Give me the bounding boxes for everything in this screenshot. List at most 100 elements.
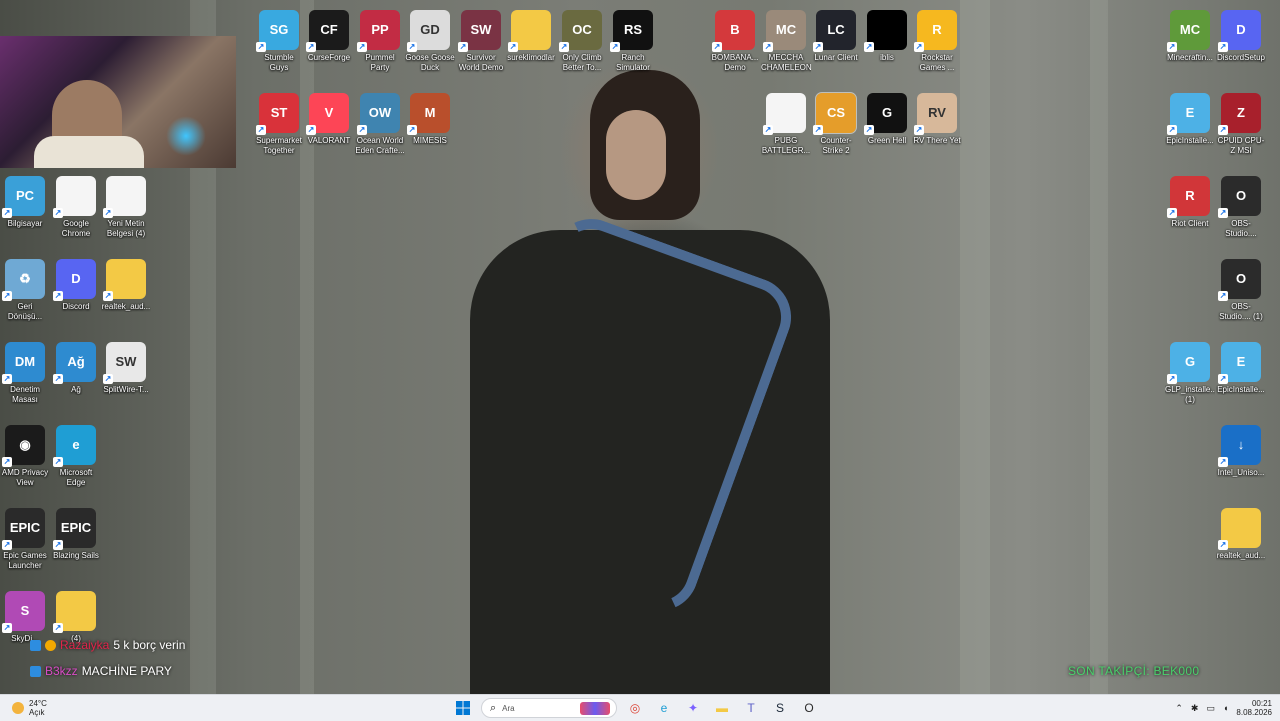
desktop-icon-pubg[interactable]: ↗ PUBG BATTLEGR... — [761, 93, 811, 156]
curseforge-icon: CF ↗ — [306, 10, 349, 52]
desktop-icon-iblis[interactable]: ↗ iblis — [862, 10, 912, 63]
desktop-icon-geri-donusum[interactable]: ♻ ↗ Geri Dönüşü... — [0, 259, 50, 322]
chat-text: MACHİNE PARY — [81, 664, 172, 678]
bluetooth-icon[interactable]: ✱ — [1191, 703, 1199, 714]
desktop-icon-label: iblis — [880, 53, 894, 62]
desktop-icon-sureklimodlar[interactable]: ↗ sureklimodlar — [506, 10, 556, 63]
desktop-icon-amd-privacy-view[interactable]: ◉ ↗ AMD Privacy View — [0, 425, 50, 488]
desktop-icon-mimesis[interactable]: M ↗ MIMESIS — [405, 93, 455, 146]
desktop-icon-label: Bilgisayar — [7, 219, 43, 228]
shortcut-arrow-icon: ↗ — [914, 42, 924, 52]
desktop-icon-bombana-demo[interactable]: B ↗ BOMBANA... Demo — [710, 10, 760, 73]
shortcut-arrow-icon: ↗ — [2, 208, 12, 218]
desktop-icon-bilgisayar[interactable]: PC ↗ Bilgisayar — [0, 176, 50, 229]
desktop-icon-obs-studio-1[interactable]: O ↗ OBS-Studio.... — [1216, 176, 1266, 239]
desktop-icon-label: Blazing Sails — [53, 551, 99, 560]
desktop-icon-ranch-simulator[interactable]: RS ↗ Ranch Simulator — [608, 10, 658, 73]
only-climb-icon: OC ↗ — [559, 10, 602, 52]
desktop-icon-cpuid-cpu-z[interactable]: Z ↗ CPUID CPU-Z MSI — [1216, 93, 1266, 156]
desktop-icon-yeni-metin-belgesi[interactable]: ↗ Yeni Metin Belgesi (4) — [101, 176, 151, 239]
shortcut-arrow-icon: ↗ — [1167, 42, 1177, 52]
edge-taskbar-icon[interactable]: e — [653, 698, 675, 718]
ag-icon: Ağ ↗ — [53, 342, 96, 384]
desktop-icon-riot-client[interactable]: R ↗ Riot Client — [1165, 176, 1215, 229]
desktop-icon-label: RV There Yet — [913, 136, 961, 145]
pummel-party-icon: PP ↗ — [357, 10, 400, 52]
desktop-icon-realtek-audio-2[interactable]: ↗ realtek_aud... — [1216, 508, 1266, 561]
desktop-icon-label: Stumble Guys — [264, 53, 294, 72]
speaker-icon[interactable]: ◖ — [1223, 703, 1228, 713]
desktop-icon-counter-strike[interactable]: CS ↗ Counter-Strike 2 — [811, 92, 861, 156]
stumble-guys-icon: SG ↗ — [256, 10, 299, 52]
chat-username: B3kzz — [45, 664, 78, 678]
shortcut-arrow-icon: ↗ — [1218, 540, 1228, 550]
desktop-icon-realtek-audio-1[interactable]: ↗ realtek_aud... — [101, 259, 151, 312]
folder-4-icon: ↗ — [53, 591, 96, 633]
obs-studio-1-icon: O ↗ — [1218, 176, 1261, 218]
teams-taskbar-icon[interactable]: T — [740, 698, 762, 718]
desktop-icon-label: MIMESIS — [413, 136, 447, 145]
desktop-icon-ag[interactable]: Ağ ↗ Ağ — [51, 342, 101, 395]
desktop-icon-discord-setup[interactable]: D ↗ DiscordSetup — [1216, 10, 1266, 63]
shortcut-arrow-icon: ↗ — [458, 42, 468, 52]
desktop-icon-obs-studio-2[interactable]: O ↗ OBS-Studio.... (1) — [1216, 259, 1266, 322]
shortcut-arrow-icon: ↗ — [407, 42, 417, 52]
taskbar-search[interactable]: ⌕ Ara — [481, 698, 617, 718]
desktop-icon-ocean-world[interactable]: OW ↗ Ocean World Eden Crafte... — [355, 93, 405, 156]
desktop-icon-green-hell[interactable]: G ↗ Green Hell — [862, 93, 912, 146]
desktop-icon-microsoft-edge[interactable]: e ↗ Microsoft Edge — [51, 425, 101, 488]
desktop-icon-label: Supermarket Together — [256, 136, 302, 155]
desktop-icon-survivor-world-demo[interactable]: SW ↗ Survivor World Demo — [456, 10, 506, 73]
shortcut-arrow-icon: ↗ — [2, 457, 12, 467]
desktop-icon-label: SplitWire-T... — [103, 385, 149, 394]
desktop-icon-curseforge[interactable]: CF ↗ CurseForge — [304, 10, 354, 63]
desktop-icon-label: Yeni Metin Belgesi (4) — [106, 219, 146, 238]
desktop-icon-discord[interactable]: D ↗ Discord — [51, 259, 101, 312]
obs-taskbar-icon[interactable]: O — [798, 698, 820, 718]
desktop-icon-epic-games-launcher[interactable]: EPIC ↗ Epic Games Launcher — [0, 508, 50, 571]
desktop-icon-glp-installer[interactable]: G ↗ GLP_installe... (1) — [1165, 342, 1215, 405]
desktop-icon-denetim-masasi[interactable]: DM ↗ Denetim Masası — [0, 342, 50, 405]
last-follower-label: SON TAKİPÇİ: BEK000 — [1068, 664, 1200, 678]
desktop-icon-epic-installer-1[interactable]: E ↗ EpicInstalle... — [1165, 93, 1215, 146]
desktop-icon-google-chrome[interactable]: ↗ Google Chrome — [51, 176, 101, 239]
shortcut-arrow-icon: ↗ — [2, 374, 12, 384]
desktop-icon-meccha-chameleon[interactable]: MC ↗ MECCHA CHAMELEON — [761, 10, 811, 73]
desktop-icon-label: Rockstar Games ... — [919, 53, 955, 72]
desktop-icon-only-climb[interactable]: OC ↗ Only Climb Better To... — [557, 10, 607, 73]
shortcut-arrow-icon: ↗ — [763, 42, 773, 52]
desktop-icon-epic-installer-2[interactable]: E ↗ EpicInstalle... — [1216, 342, 1266, 395]
start-button[interactable] — [452, 698, 474, 718]
clock[interactable]: 00:21 8.08.2026 — [1236, 699, 1272, 717]
explorer-taskbar-icon[interactable]: ▬ — [711, 698, 733, 718]
meccha-chameleon-icon: MC ↗ — [763, 10, 806, 52]
desktop-icon-valorant[interactable]: V ↗ VALORANT — [304, 93, 354, 146]
desktop-icon-stumble-guys[interactable]: SG ↗ Stumble Guys — [254, 10, 304, 73]
shortcut-arrow-icon: ↗ — [357, 125, 367, 135]
desktop-icon-lunar-client[interactable]: LC ↗ Lunar Client — [811, 10, 861, 63]
desktop-icon-pummel-party[interactable]: PP ↗ Pummel Party — [355, 10, 405, 73]
desktop-icon-intel-uniso[interactable]: ↓ ↗ Intel_Uniso... — [1216, 425, 1266, 478]
epic-installer-2-icon: E ↗ — [1218, 342, 1261, 384]
desktop-icon-splitwire[interactable]: SW ↗ SplitWire-T... — [101, 342, 151, 395]
desktop-icon-minecraft[interactable]: MC ↗ Minecraftin... — [1165, 10, 1215, 63]
desktop-icon-label: Epic Games Launcher — [3, 551, 47, 570]
blazing-sails-icon: EPIC ↗ — [53, 508, 96, 550]
shortcut-arrow-icon: ↗ — [1218, 374, 1228, 384]
chrome-taskbar-icon[interactable]: ◎ — [624, 698, 646, 718]
desktop-icon-label: Only Climb Better To... — [562, 53, 602, 72]
desktop-icon-rockstar-games[interactable]: R ↗ Rockstar Games ... — [912, 10, 962, 73]
discord-icon: D ↗ — [53, 259, 96, 301]
chevron-up-icon[interactable]: ⌃ — [1175, 703, 1183, 714]
desktop-icon-supermarket-together[interactable]: ST ↗ Supermarket Together — [254, 93, 304, 156]
desktop-icon-rv-there-yet[interactable]: RV ↗ RV There Yet — [912, 93, 962, 146]
desktop-icon-blazing-sails[interactable]: EPIC ↗ Blazing Sails — [51, 508, 101, 561]
desktop-icon-goose-goose-duck[interactable]: GD ↗ Goose Goose Duck — [405, 10, 455, 73]
steam-taskbar-icon[interactable]: S — [769, 698, 791, 718]
desktop-icon-label: Geri Dönüşü... — [7, 302, 43, 321]
ranch-simulator-icon: RS ↗ — [610, 10, 653, 52]
copilot-taskbar-icon[interactable]: ✦ — [682, 698, 704, 718]
desktop-icon-label: CPUID CPU-Z MSI — [1217, 136, 1265, 155]
weather-widget[interactable]: 24°C Açık — [12, 699, 47, 717]
network-icon[interactable]: ▭ — [1206, 703, 1215, 714]
